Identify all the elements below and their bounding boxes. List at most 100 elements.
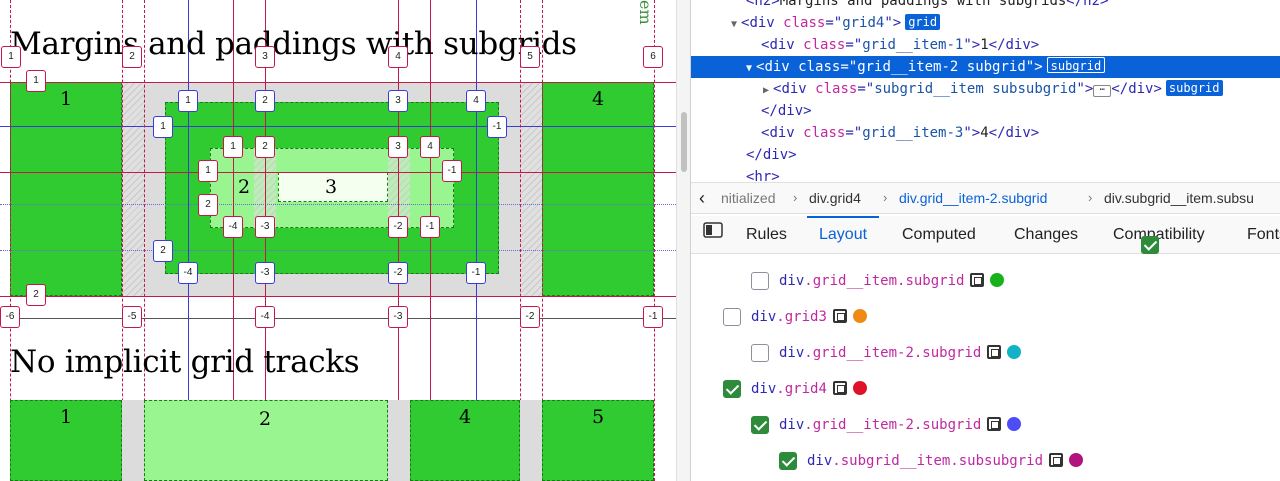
subgrid-line-badge: -2 (388, 262, 408, 284)
scrollbar-thumb[interactable] (681, 112, 687, 172)
markup-line-item-2-selected[interactable]: ▼ <div class="grid__item-2 subgrid"> subgr… (691, 56, 1280, 78)
markup-attr: class (815, 81, 858, 97)
markup-tag: div (781, 81, 807, 97)
grid4-item-3 (542, 82, 654, 296)
markup-line-grid4[interactable]: ▼ <div class="grid4"> grid (731, 12, 941, 36)
sidebar-toggle-icon[interactable] (703, 216, 723, 254)
highlight-element-icon[interactable] (987, 345, 1002, 359)
highlight-element-icon[interactable] (832, 381, 847, 395)
grid-color-swatch[interactable] (1007, 345, 1022, 359)
bottom-axis-line (0, 318, 676, 319)
subsubgrid-row-badge: 1 (198, 160, 218, 182)
devtools-panel: <h2>Margins and paddings with subgrids</… (690, 0, 1280, 481)
subgrid-badge[interactable]: subgrid (1165, 80, 1223, 96)
grid-overlay-checkbox[interactable] (779, 452, 797, 470)
subgrid-line-badge: 4 (466, 90, 486, 112)
grid-line-row (0, 82, 676, 83)
grid-overlay-checkbox[interactable] (1141, 236, 1159, 254)
grid-line-row (0, 172, 676, 173)
grid-line-badge: -4 (255, 306, 275, 328)
highlight-element-icon[interactable] (970, 273, 985, 287)
chevron-left-icon[interactable]: ‹ (699, 183, 705, 213)
grid-overlay-checkbox[interactable] (723, 308, 741, 326)
grid-row-badge: 2 (26, 284, 46, 306)
markup-text: <h2> (746, 0, 780, 9)
grid-color-swatch[interactable] (1007, 417, 1022, 431)
breadcrumb-item-active[interactable]: div.grid__item-2.subgrid (899, 183, 1047, 213)
subgrid-line-row (0, 126, 676, 127)
tab-layout[interactable]: Layout (806, 216, 880, 254)
grid-list-item: div.grid__item.subgrid (779, 269, 1005, 293)
markup-val: grid4 (842, 15, 885, 31)
grid-overlay-checkbox[interactable] (751, 272, 769, 290)
grid-line-badge: -6 (0, 306, 20, 328)
markup-line-item-3[interactable]: <div class="grid__item-3">4</div> (761, 122, 1039, 144)
subgrid-row-badge: -1 (487, 116, 507, 138)
markup-tag: div (764, 59, 790, 75)
highlight-element-icon[interactable] (1049, 453, 1064, 467)
subsubgrid-row-badge: 2 (198, 194, 218, 216)
subgrid-line-badge: 1 (178, 90, 198, 112)
grid-color-swatch[interactable] (990, 273, 1005, 287)
breadcrumb-separator-icon: › (883, 190, 888, 205)
subsubgrid-line-badge: -2 (388, 216, 408, 238)
subgrid-line-badge: 2 (255, 90, 275, 112)
grid-line-badge: 3 (255, 46, 275, 68)
grid-line-badge: 5 (520, 46, 540, 68)
markup-line-h2[interactable]: <h2>Margins and paddings with subgrids</… (746, 0, 1108, 12)
grid-line-badge: -1 (643, 306, 663, 328)
highlight-element-icon[interactable] (832, 309, 847, 323)
markup-val: grid__item-1 (862, 37, 964, 53)
tab-rules[interactable]: Rules (746, 216, 787, 254)
grid-overlay-checkbox[interactable] (723, 380, 741, 398)
grid4-gap (122, 82, 144, 296)
expand-right-icon[interactable]: ▶ (763, 80, 773, 102)
grid-line-badge: -3 (388, 306, 408, 328)
highlight-element-icon[interactable] (987, 417, 1002, 431)
markup-line-item-1[interactable]: <div class="grid__item-1">1</div> (761, 34, 1039, 56)
breadcrumb: ‹ nitialized › div.grid4 › div.grid__ite… (691, 182, 1280, 214)
grid-color-swatch[interactable] (1069, 453, 1084, 467)
subgrid-line-badge: -1 (466, 262, 486, 284)
collapsed-content-icon[interactable]: ⋯ (1093, 85, 1112, 97)
breadcrumb-item[interactable]: div.subgrid__item.subsu (1104, 183, 1254, 213)
tab-computed[interactable]: Computed (902, 216, 976, 254)
grid-item-number: 4 (592, 88, 605, 110)
markup-line-close[interactable]: </div> (761, 100, 812, 122)
expand-down-icon[interactable]: ▼ (746, 58, 756, 80)
tab-fonts[interactable]: Fonts (1247, 216, 1280, 254)
grid4-gap (520, 82, 542, 296)
grid-item-number: 2 (259, 408, 272, 430)
breadcrumb-item[interactable]: div.grid4 (809, 183, 861, 213)
expand-down-icon[interactable]: ▼ (731, 14, 741, 36)
markup-text: Margins and paddings with subgrids (779, 0, 1067, 9)
page-scrollbar[interactable] (676, 0, 690, 481)
grid-line-badge: 1 (1, 46, 21, 68)
subgrid-line-row (0, 250, 676, 251)
grid-badge[interactable]: grid (905, 14, 941, 30)
side-text: em (636, 0, 655, 25)
grid-list-item: div.grid3 (751, 305, 867, 329)
grid-color-swatch[interactable] (852, 309, 867, 323)
breadcrumb-item[interactable]: nitialized (721, 183, 775, 213)
subsubgrid-line-badge: 3 (388, 136, 408, 158)
grid-overlay-checkbox[interactable] (751, 344, 769, 362)
breadcrumb-separator-icon: › (793, 190, 798, 205)
grid-item-number: 3 (325, 176, 338, 198)
markup-tag: div (769, 37, 795, 53)
grid-list-item: div.subgrid__item.subsubgrid (807, 449, 1084, 473)
grid-list-item: div.grid__item-2.subgrid (779, 413, 1022, 437)
grid-line-badge: 6 (643, 46, 663, 68)
markup-text: </h2> (1066, 0, 1109, 9)
markup-line-close[interactable]: </div> (746, 144, 797, 166)
grid-item-number: 1 (60, 88, 73, 110)
subgrid-line-badge: -3 (255, 262, 275, 284)
subgrid-badge[interactable]: subgrid (1046, 57, 1106, 73)
markup-line-subgrid-item[interactable]: ▶ <div class="subgrid__item subsubgrid"> ⋯… (763, 78, 1223, 100)
grid-color-swatch[interactable] (852, 381, 867, 395)
markup-attr: class (803, 125, 846, 141)
tab-changes[interactable]: Changes (1014, 216, 1078, 254)
rendered-page: em 1 4 2 3 Margins and paddings with sub… (0, 0, 676, 481)
markup-tag: div (749, 15, 775, 31)
grid-overlay-checkbox[interactable] (751, 416, 769, 434)
